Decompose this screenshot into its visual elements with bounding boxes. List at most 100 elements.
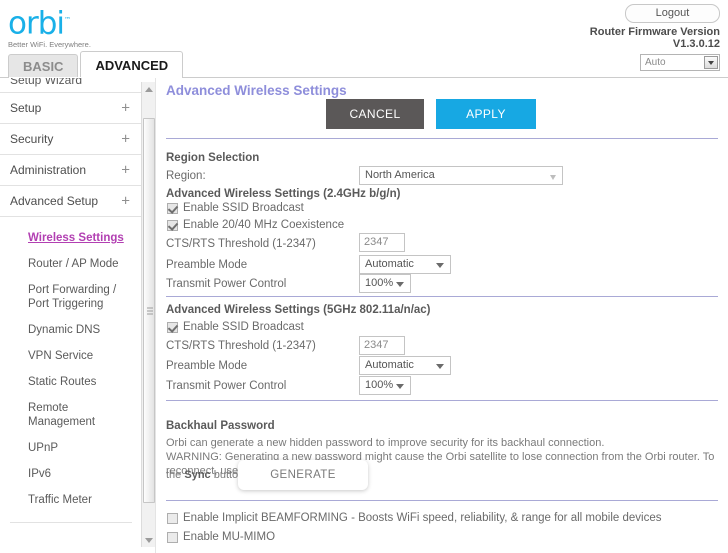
region-select-value: North America [365,169,435,181]
sidebar-item-upnp[interactable]: UPnP [0,435,142,461]
logo-tagline: Better WiFi. Everywhere. [8,40,91,50]
sidebar-item-setup-wizard[interactable]: Setup Wizard [0,78,142,93]
band-5-power-select[interactable]: 100% [359,376,411,395]
generate-button[interactable]: GENERATE [238,460,368,490]
sidebar-scrollbar[interactable] [141,82,156,547]
beamforming-checkbox[interactable] [167,512,178,524]
backhaul-sync-note: the Sync button. [166,468,247,482]
logo-text: orbi [8,5,65,42]
scroll-down-arrow-icon[interactable] [142,533,156,547]
band-5-preamble-value: Automatic [365,359,414,371]
action-button-row: CANCEL APPLY [156,99,728,133]
band-5-cts-rts-input[interactable]: 2347 [359,336,405,355]
chevron-down-icon [436,263,444,268]
sidebar-item-port-forwarding[interactable]: Port Forwarding / Port Triggering [0,277,142,317]
region-label: Region: [166,170,206,182]
cancel-button[interactable]: CANCEL [326,99,424,129]
logo-wordmark: orbi™ [8,4,91,39]
plus-icon[interactable]: + [121,101,130,116]
band-5-ssid-broadcast-label: Enable SSID Broadcast [183,321,304,333]
chevron-down-icon [550,175,556,180]
band-24-cts-rts-input[interactable]: 2347 [359,233,405,252]
band-24-power-select[interactable]: 100% [359,274,411,293]
band-5-ssid-broadcast-checkbox[interactable] [167,321,178,333]
main-content-panel: Advanced Wireless Settings CANCEL APPLY … [156,78,728,553]
sidebar-item-vpn-service[interactable]: VPN Service [0,343,142,369]
language-select-value: Auto [645,57,666,68]
mu-mimo-row[interactable]: Enable MU-MIMO [167,531,275,543]
plus-icon[interactable]: + [121,194,130,209]
band-5-preamble-label: Preamble Mode [166,360,248,372]
sidebar-item-wireless-settings[interactable]: Wireless Settings [0,225,142,251]
sidebar-item-router-ap-mode[interactable]: Router / AP Mode [0,251,142,277]
sidebar-item-label: Administration [10,163,87,177]
band-24-preamble-label: Preamble Mode [166,259,248,271]
grip-icon [147,307,153,314]
band-5-ssid-broadcast-row[interactable]: Enable SSID Broadcast [167,321,304,333]
sidebar-item-traffic-meter[interactable]: Traffic Meter [0,487,142,513]
beamforming-row[interactable]: Enable Implicit BEAMFORMING - Boosts WiF… [167,512,661,524]
trademark-mark: ™ [64,16,72,24]
firmware-version-value: V1.3.0.12 [672,38,720,50]
scrollbar-thumb[interactable] [143,118,155,503]
page-title: Advanced Wireless Settings [166,83,347,98]
active-tab-underline-mask [9,77,125,78]
band-5-cts-rts-label: CTS/RTS Threshold (1-2347) [166,340,316,352]
sidebar-nav: Setup Wizard Setup + Security + Administ… [0,78,142,553]
sidebar-sublist-advanced-setup: Wireless Settings Router / AP Mode Port … [0,217,142,523]
band-5-power-value: 100% [365,379,394,391]
sidebar-item-administration[interactable]: Administration + [0,155,142,186]
plus-icon[interactable]: + [121,163,130,178]
band-24-cts-rts-label: CTS/RTS Threshold (1-2347) [166,238,316,250]
chevron-down-icon [396,282,404,287]
band-5-preamble-select[interactable]: Automatic [359,356,451,375]
orbi-router-admin-page: orbi™ Better WiFi. Everywhere. Logout Ro… [0,0,728,553]
chevron-down-icon[interactable] [704,56,718,69]
sidebar-item-security[interactable]: Security + [0,124,142,155]
divider-band-24 [166,296,718,297]
mu-mimo-checkbox[interactable] [167,531,178,543]
mu-mimo-label: Enable MU-MIMO [183,531,276,543]
scroll-up-arrow-icon[interactable] [142,82,156,96]
orbi-logo: orbi™ Better WiFi. Everywhere. [8,4,91,49]
band-24-ssid-broadcast-label: Enable SSID Broadcast [183,202,304,214]
logout-button[interactable]: Logout [625,4,720,23]
divider-band-5 [166,400,718,401]
sync-note-bold: Sync [184,469,211,481]
tab-advanced[interactable]: ADVANCED [80,51,184,78]
plus-icon[interactable]: + [121,132,130,147]
band-24-coexistence-row[interactable]: Enable 20/40 MHz Coexistence [167,219,344,231]
sync-note-pre: the [166,469,185,481]
sidebar-item-advanced-setup[interactable]: Advanced Setup + [0,186,142,217]
main-tabs: BASIC ADVANCED [8,51,184,78]
backhaul-description: Orbi can generate a new hidden password … [166,437,605,449]
sidebar-divider [10,522,132,523]
language-select[interactable]: Auto [640,54,720,71]
band-24-power-label: Transmit Power Control [166,278,287,290]
chevron-down-icon [396,384,404,389]
band-5-heading: Advanced Wireless Settings (5GHz 802.11a… [166,304,431,316]
sidebar-item-ipv6[interactable]: IPv6 [0,461,142,487]
region-select[interactable]: North America [359,166,563,185]
sidebar-item-dynamic-dns[interactable]: Dynamic DNS [0,317,142,343]
band-24-coexistence-label: Enable 20/40 MHz Coexistence [183,219,345,231]
region-selection-heading: Region Selection [166,152,260,164]
sidebar-item-static-routes[interactable]: Static Routes [0,369,142,395]
tab-basic[interactable]: BASIC [8,54,79,78]
page-header: orbi™ Better WiFi. Everywhere. Logout Ro… [0,0,728,78]
band-24-coexistence-checkbox[interactable] [167,219,178,231]
band-24-heading: Advanced Wireless Settings (2.4GHz b/g/n… [166,188,401,200]
band-24-preamble-select[interactable]: Automatic [359,255,451,274]
band-24-ssid-broadcast-row[interactable]: Enable SSID Broadcast [167,202,304,214]
apply-button[interactable]: APPLY [436,99,536,129]
band-24-preamble-value: Automatic [365,258,414,270]
beamforming-label: Enable Implicit BEAMFORMING - Boosts WiF… [183,512,662,524]
divider-top [166,138,718,139]
sidebar-item-remote-management[interactable]: Remote Management [0,395,142,435]
sidebar-item-setup[interactable]: Setup + [0,93,142,124]
chevron-down-icon [436,364,444,369]
band-24-ssid-broadcast-checkbox[interactable] [167,202,178,214]
sidebar-item-label: Advanced Setup [10,194,99,208]
band-24-power-value: 100% [365,277,394,289]
divider-backhaul [166,500,718,501]
